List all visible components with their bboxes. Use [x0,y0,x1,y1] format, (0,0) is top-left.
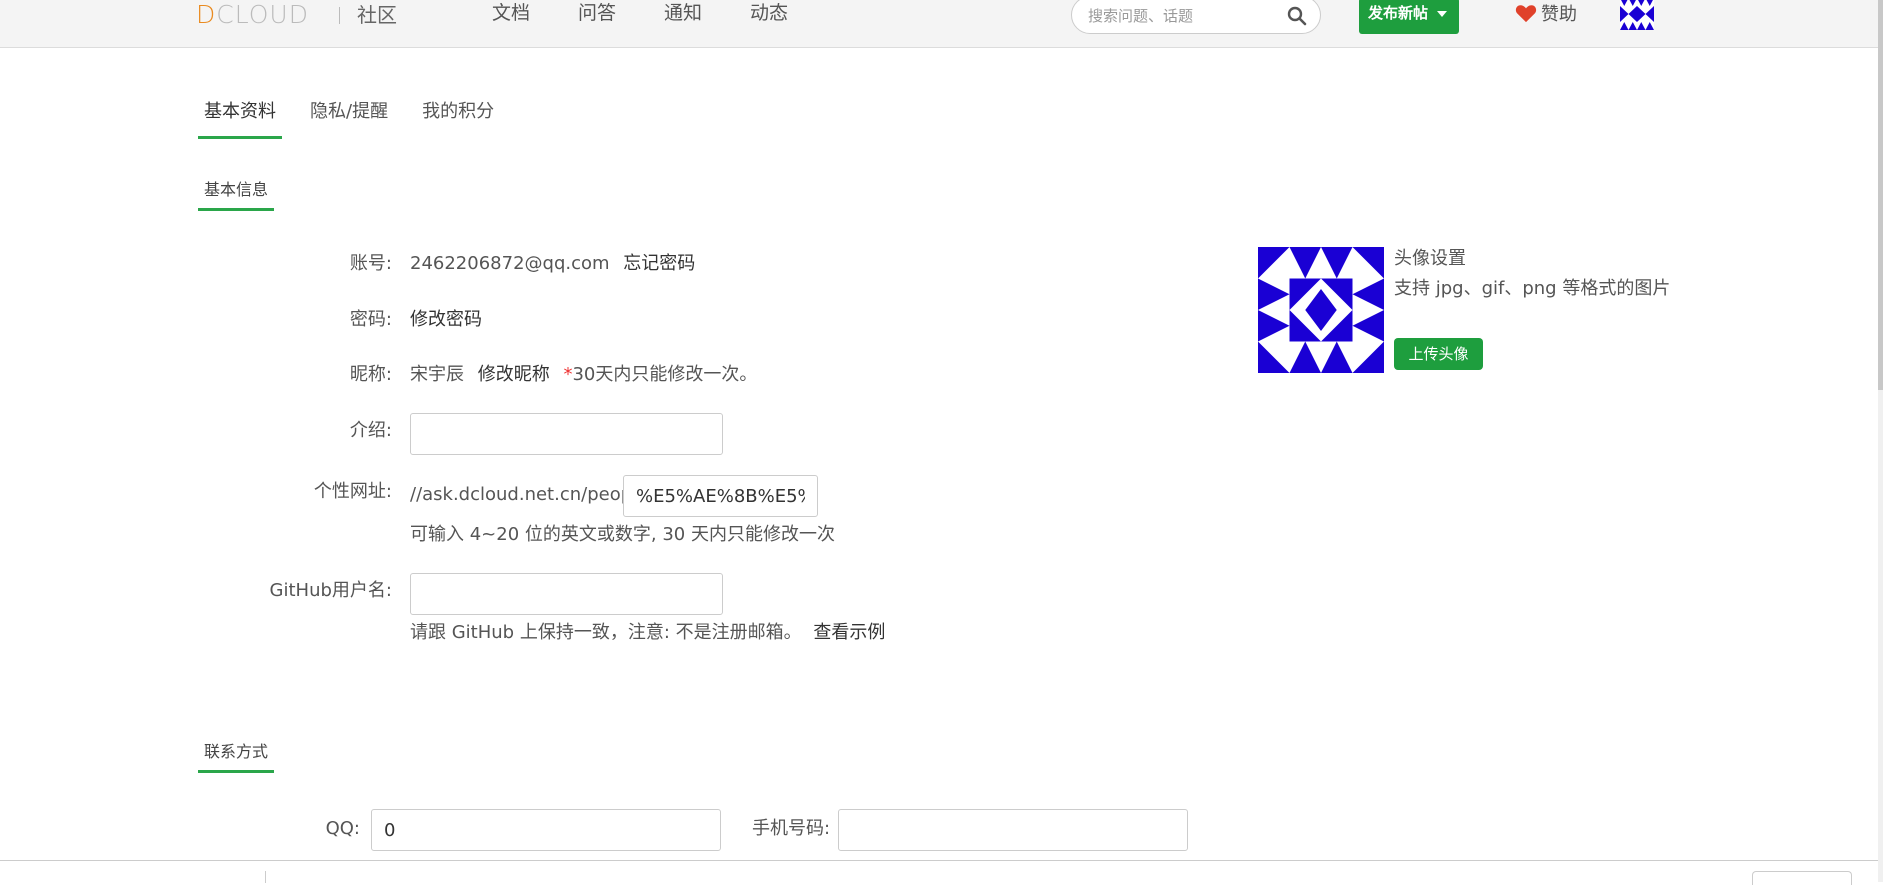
personal-url-prefix: //ask.dcloud.net.cn/people/ [410,484,655,505]
nav-qa[interactable]: 问答 [578,0,664,26]
github-username-label: GitHub用户名: [269,580,392,601]
heart-icon [1515,5,1537,23]
nickname-row: 昵称: 宋宇辰 修改昵称 *30天内只能修改一次。 [0,362,1000,392]
avatar-format-desc: 支持 jpg、gif、png 等格式的图片 [1394,278,1671,299]
github-username-input[interactable] [410,573,723,615]
new-post-label: 发布新帖 [1368,4,1429,22]
settings-tabs: 基本资料 隐私/提醒 我的积分 [198,98,522,139]
change-nickname-link[interactable]: 修改昵称 [478,364,550,385]
phone-input[interactable] [838,809,1188,851]
section-title-basic-info: 基本信息 [198,178,275,211]
sponsor-link[interactable]: 赞助 [1515,2,1577,27]
bottom-divider [265,871,266,883]
nav-docs[interactable]: 文档 [492,0,578,26]
password-label: 密码: [349,309,392,330]
scrollbar-thumb[interactable] [1878,0,1883,390]
main-nav: 文档 问答 通知 动态 [492,0,836,26]
top-navbar: DCLOUD 社区 文档 问答 通知 动态 发布新帖 赞助 [0,0,1878,48]
search-input[interactable] [1086,5,1276,27]
password-value-group: 修改密码 [410,307,482,333]
logo-divider [339,7,340,24]
upload-avatar-button[interactable]: 上传头像 [1394,338,1483,370]
logo-text: CLOUD [216,0,309,29]
intro-input[interactable] [410,413,723,455]
personal-url-hint: 可输入 4~20 位的英文或数字, 30 天内只能修改一次 [410,524,835,545]
tab-privacy-reminders[interactable]: 隐私/提醒 [304,98,394,139]
sponsor-label: 赞助 [1541,4,1577,25]
bottom-floating-button[interactable] [1752,871,1852,885]
search-icon[interactable] [1286,5,1308,27]
nav-activity[interactable]: 动态 [750,0,836,26]
forgot-password-link[interactable]: 忘记密码 [623,253,695,274]
search-box [1071,0,1321,34]
intro-label: 介绍: [349,420,392,441]
password-row: 密码: 修改密码 [0,307,1000,337]
account-value: 2462206872@qq.com [410,253,610,274]
caret-down-icon [1437,11,1447,17]
personal-url-input[interactable] [623,475,818,517]
nickname-value: 宋宇辰 [410,364,464,385]
page-scrollbar[interactable] [1878,0,1883,882]
user-avatar[interactable] [1620,0,1654,30]
account-row: 账号: 2462206872@qq.com 忘记密码 [0,251,1000,281]
nav-notifications[interactable]: 通知 [664,0,750,26]
qq-label: QQ: [325,818,360,839]
phone-label: 手机号码: [752,818,831,839]
dcloud-logo[interactable]: DCLOUD [196,2,309,28]
github-hint-group: 请跟 GitHub 上保持一致，注意: 不是注册邮箱。 查看示例 [410,620,885,646]
personal-url-label: 个性网址: [313,481,392,502]
bottom-bar [0,860,1878,885]
nickname-note: 30天内只能修改一次。 [572,364,758,385]
new-post-button[interactable]: 发布新帖 [1359,0,1459,34]
account-label: 账号: [349,253,392,274]
github-hint: 请跟 GitHub 上保持一致，注意: 不是注册邮箱。 [410,622,802,643]
account-value-group: 2462206872@qq.com 忘记密码 [410,251,695,277]
avatar-settings-title: 头像设置 [1394,248,1466,269]
section-title-contact: 联系方式 [198,740,275,773]
avatar-preview [1258,247,1384,373]
nickname-label: 昵称: [349,364,392,385]
change-password-link[interactable]: 修改密码 [410,309,482,330]
tab-my-points[interactable]: 我的积分 [416,98,500,139]
view-example-link[interactable]: 查看示例 [813,622,885,643]
logo-letter-d: D [196,0,217,29]
tab-basic-profile[interactable]: 基本资料 [198,98,282,139]
nickname-value-group: 宋宇辰 修改昵称 *30天内只能修改一次。 [410,362,757,388]
community-label[interactable]: 社区 [357,2,397,28]
qq-input[interactable] [371,809,721,851]
